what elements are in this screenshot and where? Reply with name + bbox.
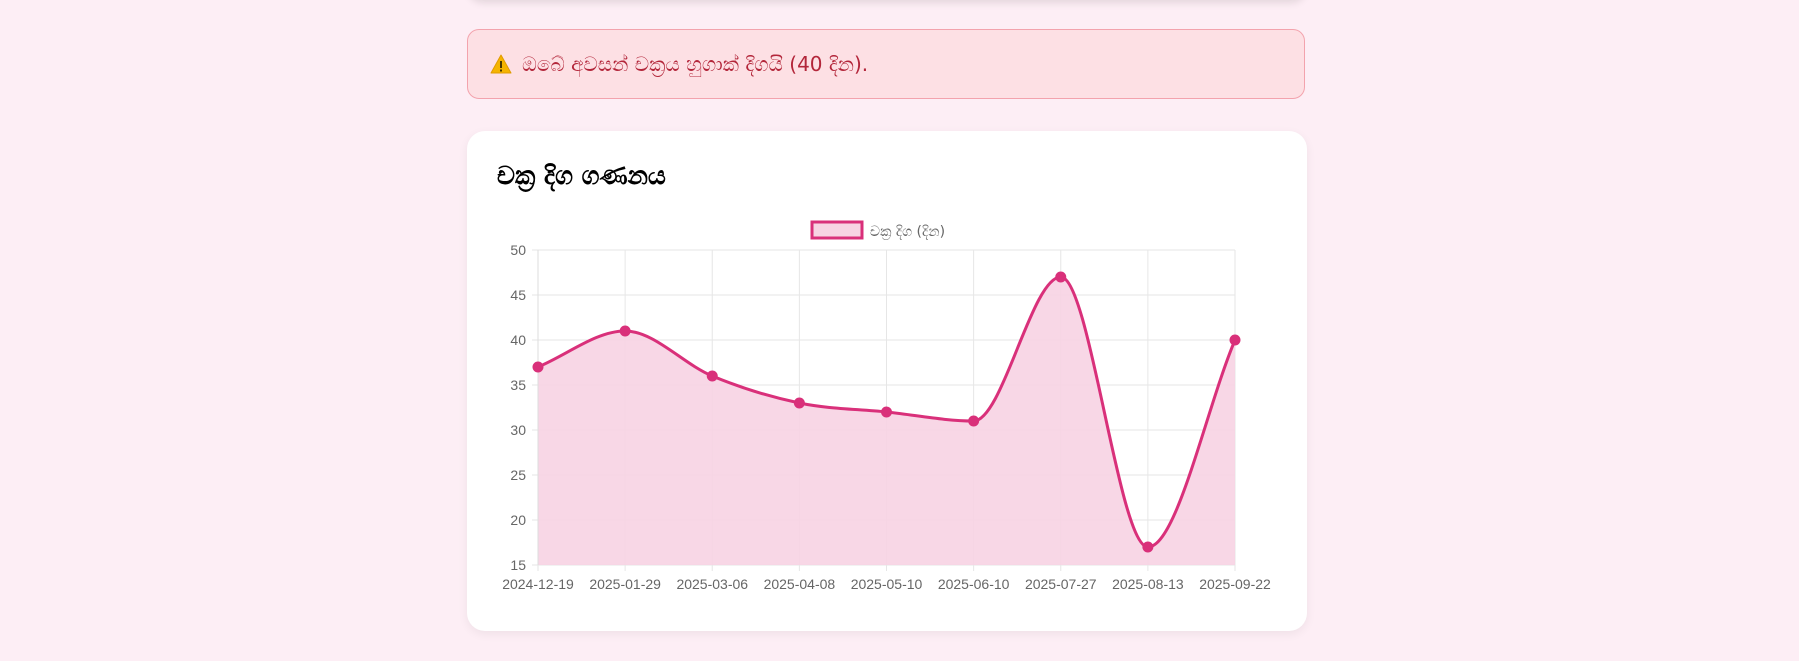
x-tick-label: 2025-03-06 (676, 576, 748, 592)
data-point (968, 415, 980, 427)
y-tick-label: 25 (510, 467, 526, 483)
y-tick-label: 15 (510, 557, 526, 573)
x-tick-label: 2024-12-19 (502, 576, 574, 592)
data-point (1142, 541, 1154, 553)
data-point (1055, 271, 1067, 283)
x-tick-label: 2025-09-22 (1199, 576, 1271, 592)
legend-swatch (810, 220, 864, 240)
x-tick-label: 2025-08-13 (1112, 576, 1184, 592)
x-tick-label: 2025-07-27 (1025, 576, 1097, 592)
x-tick-label: 2025-04-08 (764, 576, 836, 592)
warning-icon (490, 54, 512, 74)
y-tick-label: 40 (510, 332, 526, 348)
y-tick-label: 30 (510, 422, 526, 438)
chart-card: චක්‍ර දිග ගණනය 15 20 25 30 35 40 45 50 2024-12-1… (467, 131, 1307, 631)
data-point (532, 361, 544, 373)
y-tick-label: 20 (510, 512, 526, 528)
x-tick-label: 2025-06-10 (938, 576, 1010, 592)
data-point (793, 397, 805, 409)
cycle-length-chart: 15 20 25 30 35 40 45 50 2024-12-19 2025-01-29 2025… (502, 220, 1271, 592)
data-point (619, 325, 631, 337)
legend-label: චක්‍ර දිග (දින) (870, 224, 945, 241)
x-tick-label: 2025-01-29 (589, 576, 661, 592)
data-point (706, 370, 718, 382)
alert-text: ඔබේ අවසන් චක්‍රය හුගාක් දිගයි (40 දින). (522, 52, 869, 76)
data-point (881, 406, 892, 418)
alert-banner: ඔබේ අවසන් චක්‍රය හුගාක් දිගයි (40 දින). (467, 29, 1305, 99)
y-tick-label: 50 (510, 242, 526, 258)
y-tick-label: 35 (510, 377, 526, 393)
data-point (1229, 334, 1241, 346)
x-tick-label: 2025-05-10 (851, 576, 923, 592)
y-tick-label: 45 (510, 287, 526, 303)
